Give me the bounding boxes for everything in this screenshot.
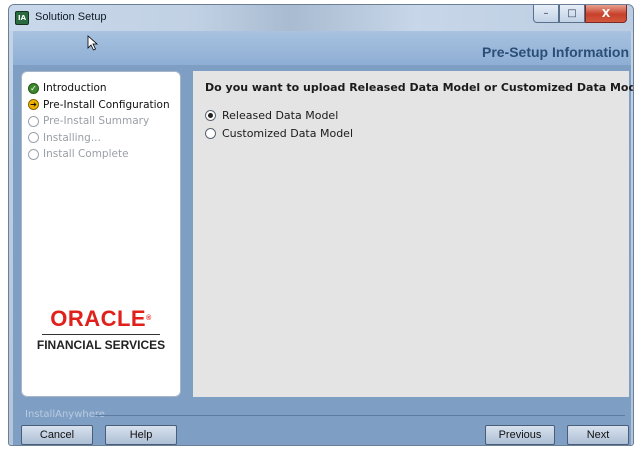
title-bar[interactable]: IA Solution Setup – □ X: [9, 5, 633, 31]
step-installing: Installing...: [28, 130, 170, 147]
step-install-complete: Install Complete: [28, 146, 170, 163]
released-data-model-option[interactable]: Released Data Model: [205, 109, 338, 122]
step-label: Introduction: [43, 82, 107, 95]
installer-window: IA Solution Setup – □ X Pre-Setup Inform…: [8, 4, 634, 446]
minimize-icon: –: [543, 8, 549, 19]
oracle-wordmark: ORACLE®: [50, 306, 152, 331]
installanywhere-label: InstallAnywhere: [25, 409, 105, 420]
logo-divider: [42, 334, 160, 335]
close-icon: X: [601, 7, 611, 20]
mouse-cursor-icon: [87, 35, 99, 51]
help-button[interactable]: Help: [105, 425, 177, 445]
step-label: Install Complete: [43, 148, 129, 161]
steps-list: ✓ Introduction ➔ Pre-Install Configurati…: [28, 80, 170, 163]
window-title: Solution Setup: [35, 11, 107, 23]
financial-services-wordmark: FINANCIAL SERVICES: [36, 338, 166, 352]
step-introduction: ✓ Introduction: [28, 80, 170, 97]
previous-button[interactable]: Previous: [485, 425, 555, 445]
window-controls: – □ X: [533, 5, 627, 23]
empty-circle-icon: [28, 148, 39, 160]
content-panel: Do you want to upload Released Data Mode…: [193, 71, 633, 397]
option-label: Released Data Model: [222, 109, 339, 122]
footer-divider: [95, 415, 625, 416]
steps-panel: ✓ Introduction ➔ Pre-Install Configurati…: [21, 71, 181, 397]
header-band: Pre-Setup Information: [13, 31, 631, 65]
radio-button-selected[interactable]: [205, 110, 216, 121]
customized-data-model-option[interactable]: Customized Data Model: [205, 127, 353, 140]
data-model-question: Do you want to upload Released Data Mode…: [205, 81, 634, 94]
empty-circle-icon: [28, 115, 39, 127]
page-title: Pre-Setup Information: [481, 44, 629, 60]
step-label: Installing...: [43, 131, 101, 144]
step-label: Pre-Install Configuration: [43, 98, 170, 111]
maximize-icon: □: [567, 8, 577, 19]
body-area: ✓ Introduction ➔ Pre-Install Configurati…: [13, 65, 633, 399]
radio-button[interactable]: [205, 128, 216, 139]
footer: InstallAnywhere Cancel Help Previous Nex…: [13, 399, 631, 445]
close-button[interactable]: X: [585, 5, 627, 23]
checkmark-icon: ✓: [28, 82, 39, 94]
maximize-button[interactable]: □: [559, 5, 585, 23]
empty-circle-icon: [28, 132, 39, 144]
arrow-right-icon: ➔: [28, 99, 39, 111]
cancel-button[interactable]: Cancel: [21, 425, 93, 445]
oracle-logo: ORACLE® FINANCIAL SERVICES: [22, 306, 180, 353]
step-pre-install-configuration: ➔ Pre-Install Configuration: [28, 97, 170, 114]
app-icon: IA: [15, 11, 29, 25]
minimize-button[interactable]: –: [533, 5, 559, 23]
option-label: Customized Data Model: [222, 127, 354, 140]
step-label: Pre-Install Summary: [43, 115, 150, 128]
step-pre-install-summary: Pre-Install Summary: [28, 113, 170, 130]
next-button[interactable]: Next: [567, 425, 629, 445]
